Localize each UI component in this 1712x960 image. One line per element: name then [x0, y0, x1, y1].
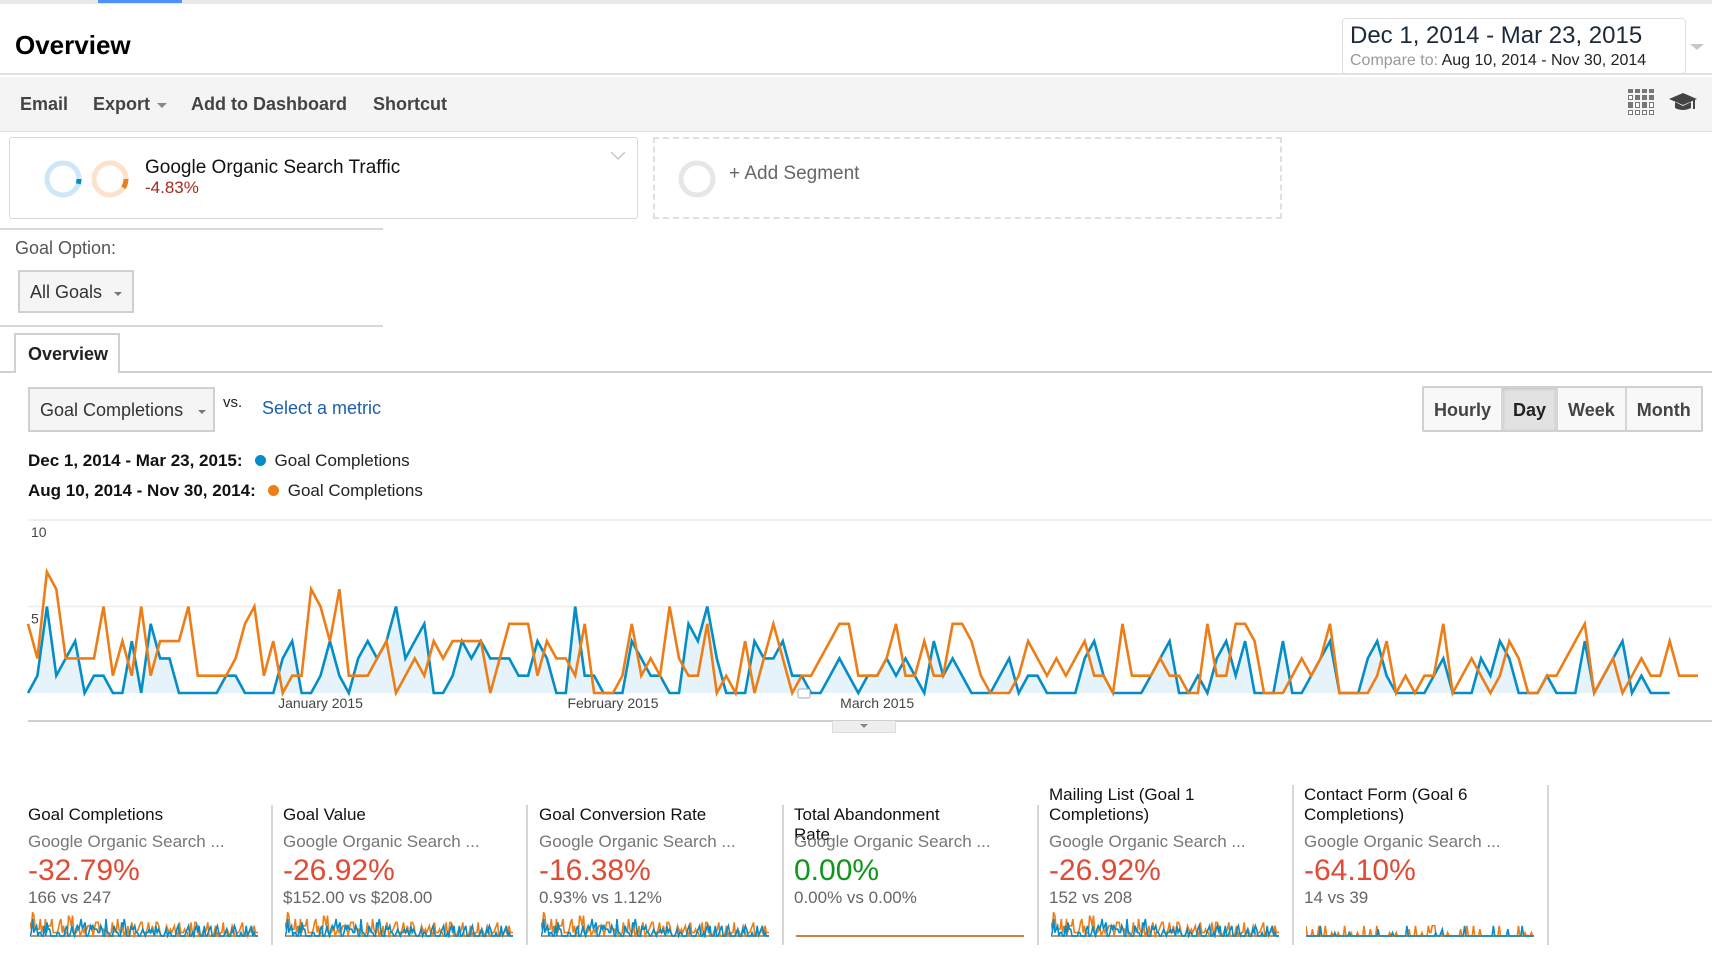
scorecard-title: Mailing List (Goal 1 Completions): [1049, 785, 1195, 824]
legend-dot-orange-icon: [267, 485, 279, 496]
period-hourly-button[interactable]: Hourly: [1424, 388, 1504, 430]
chevron-down-icon: [860, 724, 868, 728]
active-nav-indicator: [98, 0, 182, 3]
graduation-cap-icon[interactable]: [1668, 90, 1698, 114]
tab-overview[interactable]: Overview: [14, 333, 120, 373]
scorecard[interactable]: Contact Form (Goal 6 Completions) Google …: [1304, 785, 1549, 945]
scorecard[interactable]: Total Abandonment Rate Google Organic Sea…: [794, 805, 1039, 945]
scorecard-compare: 0.00% vs 0.00%: [794, 888, 917, 907]
segment-ring-orange-icon: [91, 160, 129, 198]
period-day-button[interactable]: Day: [1503, 388, 1559, 430]
date-range-compare: Compare to: Aug 10, 2014 - Nov 30, 2014: [1350, 52, 1685, 70]
legend-range: Aug 10, 2014 - Nov 30, 2014:: [28, 481, 256, 500]
scorecard-compare: 0.93% vs 1.12%: [539, 888, 662, 907]
date-range-picker[interactable]: Dec 1, 2014 - Mar 23, 2015 Compare to: A…: [1342, 18, 1686, 74]
scorecard-change: -26.92%: [283, 854, 395, 887]
email-button[interactable]: Email: [20, 94, 68, 115]
scorecard-compare: $152.00 vs $208.00: [283, 888, 433, 907]
scorecard-title: Contact Form (Goal 6 Completions): [1304, 785, 1468, 824]
sparkline-previous: [1306, 925, 1534, 937]
segment-name: Google Organic Search Traffic: [145, 157, 401, 178]
x-tick-label: February 2015: [567, 695, 658, 711]
legend-metric: Goal Completions: [287, 481, 423, 500]
scorecard-change: 0.00%: [794, 854, 880, 887]
period-month-button[interactable]: Month: [1626, 388, 1701, 430]
scorecard-sparkline: [1306, 925, 1534, 937]
scorecard-sparkline: [796, 935, 1024, 937]
scorecard-segment: Google Organic Search ...: [539, 832, 736, 851]
annotation-marker-icon: [797, 688, 811, 699]
scorecard-segment: Google Organic Search ...: [28, 832, 225, 851]
x-tick-label: March 2015: [840, 695, 914, 711]
y-tick-label: 10: [31, 524, 47, 540]
scorecard-sparkline: [30, 911, 258, 938]
vs-label: vs.: [223, 394, 243, 411]
scorecard-title: Goal Completions: [28, 805, 164, 824]
date-range-dropdown-caret-icon[interactable]: [1690, 44, 1704, 50]
scorecard-segment: Google Organic Search ...: [1049, 832, 1246, 851]
metric-select[interactable]: Goal Completions: [28, 387, 215, 432]
chevron-down-icon: [198, 410, 206, 414]
legend-range: Dec 1, 2014 - Mar 23, 2015:: [28, 451, 243, 470]
period-week-button[interactable]: Week: [1558, 388, 1627, 430]
goal-option-value: All Goals: [30, 282, 103, 302]
report-toolbar: Email Export Add to Dashboard Shortcut: [0, 77, 1712, 132]
scorecard-title: Goal Conversion Rate: [539, 805, 707, 824]
chevron-down-icon[interactable]: [610, 150, 626, 162]
shortcut-button[interactable]: Shortcut: [373, 94, 447, 115]
scorecard-compare: 152 vs 208: [1049, 888, 1133, 907]
legend-metric: Goal Completions: [274, 451, 410, 470]
segment-change: -4.83%: [145, 178, 199, 197]
goal-option-label: Goal Option:: [15, 238, 117, 258]
scorecard-change: -64.10%: [1304, 854, 1416, 887]
scorecard-sparkline: [1051, 911, 1279, 938]
empty-segment-ring-icon: [678, 160, 716, 198]
x-tick-label: January 2015: [278, 695, 363, 711]
scorecard-sparkline: [541, 911, 769, 938]
chart-collapse-handle[interactable]: [832, 721, 896, 733]
grid-icon[interactable]: [1628, 89, 1654, 115]
scorecard[interactable]: Goal Completions Google Organic Search ..…: [28, 805, 273, 945]
scorecard-compare: 166 vs 247: [28, 888, 112, 907]
segment-ring-blue-icon: [44, 160, 82, 198]
legend-item-current: Dec 1, 2014 - Mar 23, 2015: Goal Completi…: [28, 451, 410, 471]
scorecard-change: -26.92%: [1049, 854, 1161, 887]
scorecard[interactable]: Mailing List (Goal 1 Completions) Google …: [1049, 785, 1294, 945]
page-title: Overview: [15, 30, 131, 60]
export-label: Export: [93, 94, 151, 114]
period-toggle: Hourly Day Week Month: [1422, 386, 1703, 432]
date-range-primary: Dec 1, 2014 - Mar 23, 2015: [1350, 22, 1643, 49]
legend-item-previous: Aug 10, 2014 - Nov 30, 2014: Goal Complet…: [28, 481, 423, 501]
scorecard-title: Goal Value: [283, 805, 366, 824]
scorecard-sparkline: [285, 911, 513, 938]
scorecard-compare: 14 vs 39: [1304, 888, 1369, 907]
scorecard[interactable]: Goal Value Google Organic Search ... -26.9…: [283, 805, 528, 945]
goal-option-select[interactable]: All Goals: [18, 270, 134, 313]
chevron-down-icon: [157, 102, 168, 108]
add-segment-label[interactable]: + Add Segment: [729, 163, 859, 185]
scorecard-segment: Google Organic Search ...: [1304, 832, 1501, 851]
scorecard-segment: Google Organic Search ...: [794, 832, 991, 851]
goal-completions-chart[interactable]: 5 10 January 2015 February 2015 March 2015: [0, 505, 1712, 735]
divider: [0, 228, 383, 230]
scorecard-change: -16.38%: [539, 854, 651, 887]
select-metric-link[interactable]: Select a metric: [262, 398, 381, 419]
metric-select-value: Goal Completions: [40, 400, 184, 420]
export-button[interactable]: Export: [93, 94, 168, 115]
legend-dot-blue-icon: [254, 455, 266, 466]
y-tick-label: 5: [31, 611, 39, 627]
tab-bar-divider: [0, 371, 1712, 373]
scorecard[interactable]: Goal Conversion Rate Google Organic Searc…: [539, 805, 784, 945]
chevron-down-icon: [114, 292, 122, 296]
add-to-dashboard-button[interactable]: Add to Dashboard: [191, 94, 347, 115]
divider: [0, 325, 383, 327]
compare-label: Compare to:: [1350, 52, 1439, 69]
scorecard-change: -32.79%: [28, 854, 140, 887]
scorecard-segment: Google Organic Search ...: [283, 832, 480, 851]
compare-range: Aug 10, 2014 - Nov 30, 2014: [1441, 52, 1647, 69]
